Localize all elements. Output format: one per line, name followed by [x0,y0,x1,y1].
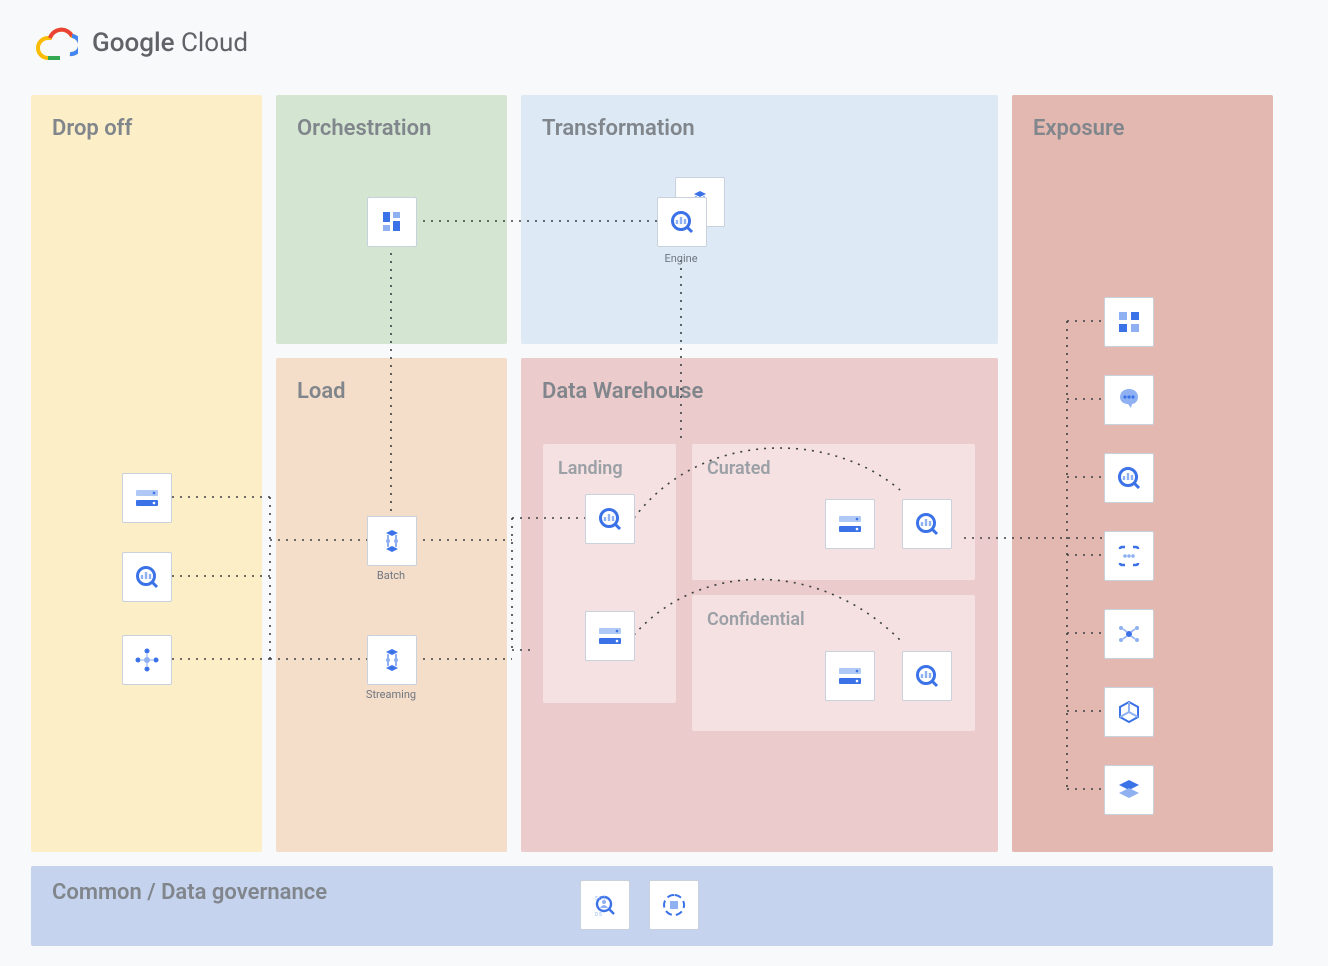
bigquery-icon [657,197,707,247]
subzone-landing [543,444,676,703]
functions-icon [1104,531,1154,581]
zone-title-exposure: Exposure [1033,116,1125,141]
cube-icon [1104,687,1154,737]
zone-load [276,358,507,852]
bigquery-icon [122,552,172,602]
looker-icon [1104,297,1154,347]
subzone-title-curated: Curated [707,458,771,479]
zone-title-datawarehouse: Data Warehouse [542,379,703,404]
bigquery-icon [1104,453,1154,503]
dlp-icon [580,880,630,930]
bigquery-icon [902,499,952,549]
bigquery-icon [902,651,952,701]
subzone-title-confidential: Confidential [707,609,805,630]
pubsub-icon [122,635,172,685]
zone-title-governance: Common / Data governance [52,880,327,905]
storage-icon [122,473,172,523]
storage-icon [585,611,635,661]
dataflow-icon [367,635,417,685]
subzone-title-landing: Landing [558,458,623,479]
dataplex-icon [1104,609,1154,659]
brand-text: Google Cloud [92,28,248,58]
ai-icon [1104,375,1154,425]
layers-icon [1104,765,1154,815]
zone-title-load: Load [297,379,346,404]
composer-icon [367,197,417,247]
dataflow-icon [367,516,417,566]
zone-title-orchestration: Orchestration [297,116,431,141]
batch-label: Batch [331,569,451,582]
storage-icon [825,499,875,549]
storage-icon [825,651,875,701]
streaming-label: Streaming [331,688,451,701]
catalog-icon [649,880,699,930]
engine-label: Engine [621,252,741,265]
google-cloud-logo: Google Cloud [36,26,248,60]
zone-title-dropoff: Drop off [52,116,132,141]
zone-title-transformation: Transformation [542,116,695,141]
cloud-mark-icon [36,26,78,60]
bigquery-icon [585,494,635,544]
